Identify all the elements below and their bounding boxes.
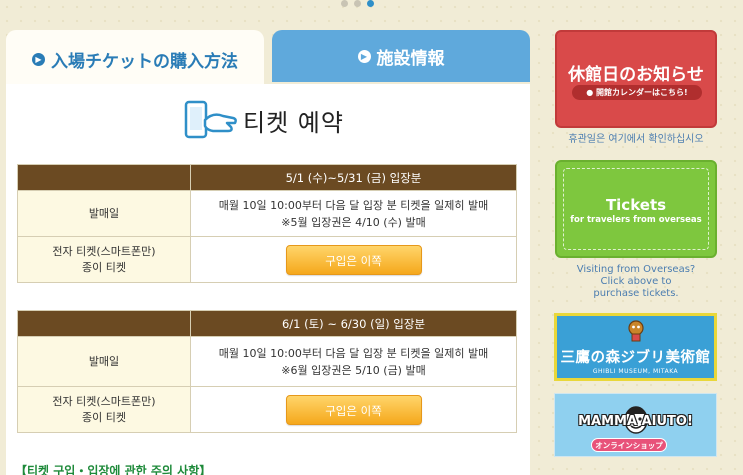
phone-hand-icon: [184, 100, 237, 139]
carousel-indicator[interactable]: [341, 0, 374, 7]
closed-days-caption[interactable]: 휴관일은 여기에서 확인하십시오: [555, 134, 717, 146]
overseas-line: Click above to: [600, 276, 672, 287]
release-note: ※5월 입장권은 4/10 (수) 발매: [281, 215, 426, 229]
table-header-blank: [17, 310, 191, 337]
ghibli-museum-banner[interactable]: 三鷹の森ジブリ美術館 GHIBLI MUSEUM, MITAKA: [554, 313, 717, 381]
tab-facility-info[interactable]: ▶ 施設情報: [272, 30, 530, 82]
tickets-subtitle: for travelers from overseas: [570, 215, 702, 225]
buy-button[interactable]: 구입은 이쪽: [285, 394, 422, 425]
mamma-aiuto-banner[interactable]: MAMMA AIUTO! オンラインショップ: [554, 393, 717, 457]
page-title: 티켓 예약: [243, 108, 344, 137]
buy-cell: 구입은 이쪽: [190, 236, 517, 283]
table-header-blank: [17, 164, 191, 191]
closed-days-title: 休館日のお知らせ: [568, 65, 704, 85]
tab-ticket-purchase[interactable]: ▶ 入場チケットの購入方法: [6, 30, 264, 88]
period-header: 5/1 (수)~5/31 (금) 입장분: [190, 164, 517, 191]
mamma-title: MAMMA AIUTO!: [578, 414, 693, 429]
overseas-line: purchase tickets.: [593, 288, 679, 299]
overseas-caption[interactable]: Visiting from Overseas? Click above to p…: [555, 264, 717, 300]
release-date-label: 발매일: [17, 336, 191, 387]
ticket-type-label: 전자 티켓(스마트폰만) 종이 티켓: [17, 386, 191, 433]
release-date-label: 발매일: [17, 190, 191, 237]
buy-button[interactable]: 구입은 이쪽: [285, 244, 422, 275]
period-header: 6/1 (토) ~ 6/30 (일) 입장분: [190, 310, 517, 337]
circle-arrow-icon: ▶: [357, 49, 371, 63]
release-line: 매월 10일 10:00부터 다음 달 입장 분 티켓을 일제히 발매: [218, 346, 489, 360]
museum-emblem-icon: [628, 320, 644, 342]
ghibli-subtitle: GHIBLI MUSEUM, MITAKA: [592, 368, 679, 375]
release-line: 매월 10일 10:00부터 다음 달 입장 분 티켓을 일제히 발매: [218, 198, 489, 212]
closed-days-banner[interactable]: 休館日のお知らせ ● 開館カレンダーはこちら!: [555, 30, 717, 128]
carousel-dot[interactable]: [341, 0, 348, 7]
carousel-dot[interactable]: [354, 0, 361, 7]
release-note: ※6월 입장권은 5/10 (금) 발매: [281, 363, 426, 377]
ghibli-title: 三鷹の森ジブリ美術館: [560, 350, 711, 366]
tickets-title: Tickets: [605, 196, 667, 214]
ticket-type-paper: 종이 티켓: [82, 410, 126, 424]
ticket-notice-link[interactable]: 【티켓 구입・입장에 관한 주의 사항】: [15, 462, 211, 475]
ticket-type-label: 전자 티켓(스마트폰만) 종이 티켓: [17, 236, 191, 283]
ticket-table-june: 6/1 (토) ~ 6/30 (일) 입장분 발매일 매월 10일 10:00부…: [17, 310, 517, 433]
calendar-link[interactable]: ● 開館カレンダーはこちら!: [572, 85, 702, 100]
overseas-tickets-banner[interactable]: Tickets for travelers from overseas: [555, 160, 717, 258]
tab-label: 入場チケットの購入方法: [51, 51, 238, 72]
release-date-value: 매월 10일 10:00부터 다음 달 입장 분 티켓을 일제히 발매 ※5월 …: [190, 190, 517, 237]
ticket-table-may: 5/1 (수)~5/31 (금) 입장분 발매일 매월 10일 10:00부터 …: [17, 164, 517, 283]
tab-label: 施設情報: [376, 48, 445, 69]
ticket-type-e: 전자 티켓(스마트폰만): [52, 394, 156, 408]
online-shop-label: オンラインショップ: [591, 438, 667, 452]
page-heading: 티켓 예약: [183, 100, 344, 140]
carousel-dot-active[interactable]: [367, 0, 374, 7]
ticket-type-e: 전자 티켓(스마트폰만): [52, 244, 156, 258]
overseas-line: Visiting from Overseas?: [576, 264, 696, 275]
buy-cell: 구입은 이쪽: [190, 386, 517, 433]
circle-arrow-icon: ▶: [32, 52, 45, 66]
ticket-type-paper: 종이 티켓: [82, 260, 126, 274]
release-date-value: 매월 10일 10:00부터 다음 달 입장 분 티켓을 일제히 발매 ※6월 …: [190, 336, 517, 387]
